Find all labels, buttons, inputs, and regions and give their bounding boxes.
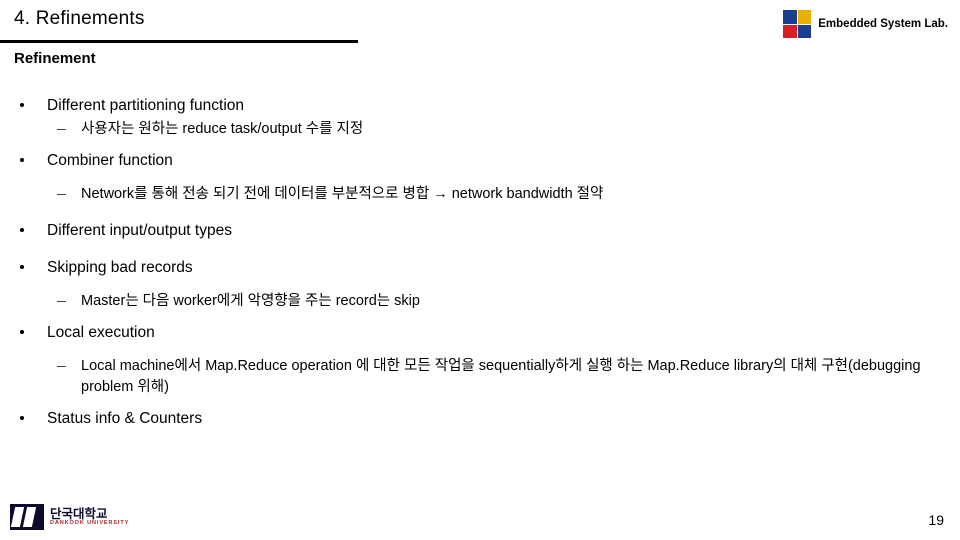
bullet-list: Different partitioning function 사용자는 원하는… — [0, 96, 940, 432]
page-number: 19 — [928, 512, 944, 528]
bullet-dot-icon — [20, 329, 24, 334]
list-item-label: Local execution — [47, 323, 155, 341]
bullet-dash-icon — [57, 300, 66, 303]
university-name: 단국대학교 DANKOOK UNIVERSITY — [50, 506, 130, 527]
list-item-label: Combiner function — [47, 151, 173, 169]
bullet-dot-icon — [20, 157, 24, 162]
list-item: Skipping bad records — [0, 258, 940, 279]
list-item-label: Skipping bad records — [47, 258, 193, 276]
lab-logo: Embedded System Lab. — [783, 10, 948, 38]
list-item: Local machine에서 Map.Reduce operation 에 대… — [0, 356, 940, 398]
list-item-label: Network를 통해 전송 되기 전에 데이터를 부분적으로 병합 → net… — [81, 185, 604, 202]
title-underline-rule — [0, 40, 358, 43]
bullet-dot-icon — [20, 264, 24, 269]
list-item-label: Local machine에서 Map.Reduce operation 에 대… — [81, 357, 921, 395]
bullet-dash-icon — [57, 193, 66, 196]
bullet-dot-icon — [20, 227, 24, 232]
dku-mark-icon — [10, 504, 44, 530]
bullet-dot-icon — [20, 103, 24, 107]
university-name-en: DANKOOK UNIVERSITY — [50, 519, 130, 526]
bullet-dash-icon — [57, 128, 66, 131]
lab-name-label: Embedded System Lab. — [818, 18, 948, 30]
page-title: 4. Refinements — [14, 8, 145, 29]
list-item-label: Different partitioning function — [47, 97, 245, 114]
list-item-label: Different input/output types — [47, 221, 232, 239]
list-item: 사용자는 원하는 reduce task/output 수를 지정 — [0, 119, 940, 140]
section-heading: Refinement — [14, 50, 96, 67]
list-item: Combiner function — [0, 151, 940, 172]
list-item-label: 사용자는 원하는 reduce task/output 수를 지정 — [81, 120, 364, 137]
list-item: Status info & Counters — [0, 409, 940, 430]
list-item: Master는 다음 worker에게 악영향을 주는 record는 skip — [0, 291, 940, 312]
dku-logo-icon: 단국대학교 DANKOOK UNIVERSITY — [10, 504, 129, 530]
list-item: Different partitioning function — [0, 96, 940, 117]
list-item-label: Status info & Counters — [47, 409, 203, 427]
university-name-ko: 단국대학교 — [50, 506, 108, 521]
bullet-dot-icon — [20, 415, 24, 420]
list-item-label: Master는 다음 worker에게 악영향을 주는 record는 skip — [81, 292, 420, 309]
list-item: Local execution — [0, 323, 940, 344]
four-square-logo-icon — [783, 10, 812, 38]
list-item: Network를 통해 전송 되기 전에 데이터를 부분적으로 병합 → net… — [0, 184, 940, 205]
list-item: Different input/output types — [0, 221, 940, 242]
bullet-dash-icon — [57, 365, 66, 368]
